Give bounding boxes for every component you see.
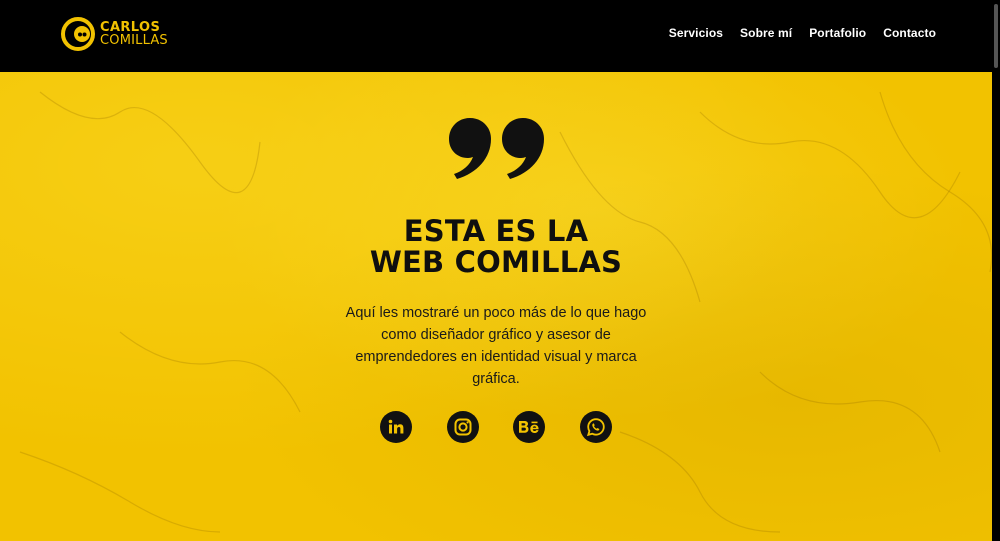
behance-button[interactable] (513, 411, 545, 443)
scrollbar-thumb[interactable] (994, 4, 998, 68)
whatsapp-icon (586, 418, 605, 437)
behance-icon (519, 421, 539, 433)
site-header: CARLOS COMILLAS Servicios Sobre mí Porta… (0, 0, 1000, 72)
hero-title-line-1: ESTA ES LA (403, 214, 589, 248)
scrollbar[interactable] (992, 0, 1000, 541)
logo-mark-icon (61, 17, 95, 51)
logo-line-2: COMILLAS (100, 33, 168, 48)
hero-title-line-2: WEB COMILLAS (369, 245, 623, 279)
nav-link-servicios[interactable]: Servicios (669, 26, 723, 40)
main-nav: Servicios Sobre mí Portafolio Contacto (669, 26, 936, 40)
closing-quote-icon (449, 118, 544, 179)
hero-title: ESTA ES LA WEB COMILLAS (296, 216, 696, 278)
nav-link-sobre-mi[interactable]: Sobre mí (740, 26, 792, 40)
whatsapp-button[interactable] (580, 411, 612, 443)
social-links (380, 411, 620, 445)
nav-link-contacto[interactable]: Contacto (883, 26, 936, 40)
nav-link-portafolio[interactable]: Portafolio (809, 26, 866, 40)
logo-wordmark: CARLOS COMILLAS (100, 21, 168, 47)
instagram-icon (454, 418, 472, 436)
instagram-button[interactable] (447, 411, 479, 443)
hero-description: Aquí les mostraré un poco más de lo que … (345, 305, 647, 387)
site-logo[interactable]: CARLOS COMILLAS (60, 16, 168, 52)
linkedin-icon (388, 419, 404, 434)
linkedin-button[interactable] (380, 411, 412, 443)
